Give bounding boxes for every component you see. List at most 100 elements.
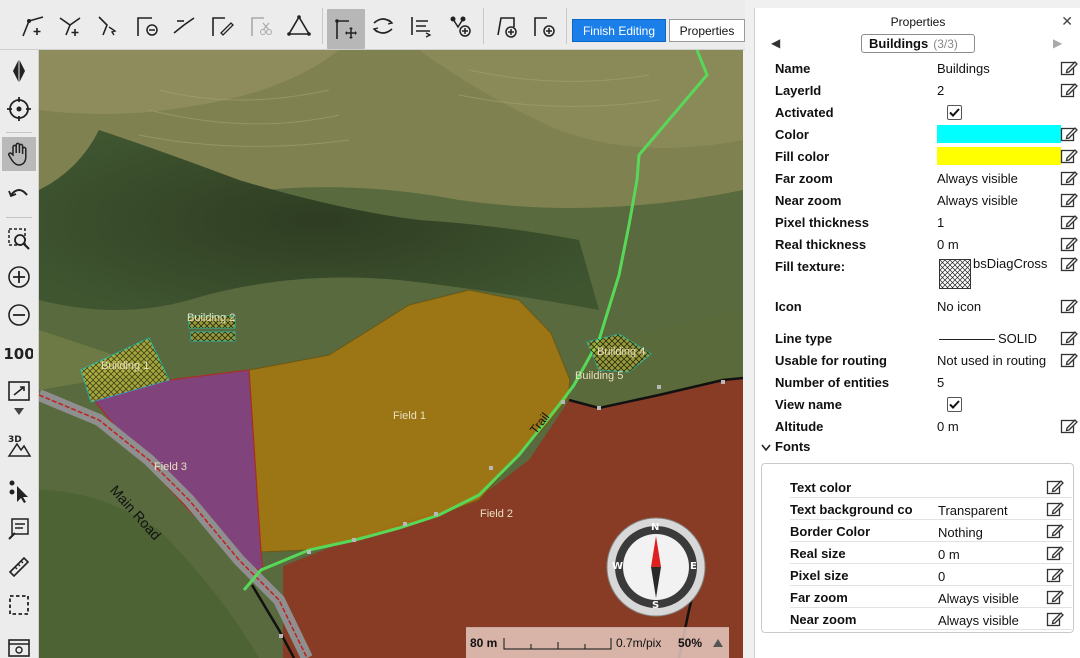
edit-icon[interactable] bbox=[1046, 478, 1064, 496]
edit-icon[interactable] bbox=[1060, 213, 1078, 231]
property-row-icon: Icon No icon bbox=[775, 296, 1078, 318]
add-vertex-icon[interactable] bbox=[17, 10, 49, 42]
property-row-far-zoom: Far zoom Always visible bbox=[775, 168, 1078, 190]
font-row-far-zoom: Far zoom Always visible bbox=[790, 586, 1072, 608]
move-vertex-icon[interactable] bbox=[91, 10, 123, 42]
insert-vertex-icon[interactable] bbox=[54, 10, 86, 42]
map-canvas[interactable]: Building 2 Building 1 Building 4 Buildin… bbox=[39, 50, 743, 658]
properties-button[interactable]: Properties bbox=[669, 19, 745, 42]
add-line-icon[interactable] bbox=[528, 10, 560, 42]
north-arrow-icon[interactable] bbox=[2, 54, 36, 88]
property-label: Activated bbox=[775, 105, 834, 120]
edit-icon[interactable] bbox=[1060, 191, 1078, 209]
layer-count: (3/3) bbox=[933, 36, 958, 51]
edit-icon[interactable] bbox=[1060, 329, 1078, 347]
edit-icon[interactable] bbox=[1060, 297, 1078, 315]
font-property-label: Near zoom bbox=[790, 612, 857, 627]
3d-view-icon[interactable]: 3D bbox=[2, 428, 36, 462]
layer-selector[interactable]: Buildings (3/3) bbox=[861, 34, 975, 53]
align-lines-icon[interactable] bbox=[405, 10, 437, 42]
edit-icon[interactable] bbox=[1060, 235, 1078, 253]
panel-title: Properties bbox=[890, 15, 946, 29]
merge-nodes-icon[interactable] bbox=[444, 10, 476, 42]
edit-icon[interactable] bbox=[1060, 169, 1078, 187]
svg-text:100: 100 bbox=[5, 345, 33, 363]
zoom-level[interactable]: 50% bbox=[678, 636, 702, 650]
fonts-section-header[interactable]: Fonts bbox=[759, 438, 859, 458]
edit-icon[interactable] bbox=[1046, 610, 1064, 628]
zoom-selection-icon[interactable] bbox=[2, 222, 36, 256]
zoom-in-icon[interactable] bbox=[2, 260, 36, 294]
edit-icon[interactable] bbox=[1060, 147, 1078, 165]
pan-hand-icon[interactable] bbox=[2, 137, 36, 171]
next-layer-icon[interactable]: ▶ bbox=[1053, 36, 1062, 50]
ruler-icon[interactable] bbox=[2, 550, 36, 584]
swap-direction-icon[interactable] bbox=[367, 10, 399, 42]
fill-color-swatch[interactable] bbox=[937, 147, 1061, 165]
property-row-fill-color: Fill color bbox=[775, 146, 1078, 168]
edit-icon[interactable] bbox=[1046, 566, 1064, 584]
zoom-up-arrow-icon[interactable] bbox=[713, 639, 723, 647]
checkmark-icon bbox=[949, 108, 960, 117]
checkbox-checked[interactable] bbox=[947, 105, 962, 120]
property-value: 1 bbox=[937, 215, 945, 230]
edit-icon[interactable] bbox=[1060, 351, 1078, 369]
font-property-value: Always visible bbox=[938, 591, 1019, 606]
target-icon[interactable] bbox=[2, 92, 36, 126]
screen-capture-icon[interactable] bbox=[2, 630, 36, 658]
zoom-100-icon[interactable]: 100 bbox=[2, 336, 36, 370]
close-icon[interactable]: ✕ bbox=[1061, 13, 1073, 30]
edit-icon[interactable] bbox=[1046, 588, 1064, 606]
edit-icon[interactable] bbox=[1060, 255, 1078, 273]
color-swatch[interactable] bbox=[937, 125, 1061, 143]
property-value: SOLID bbox=[998, 331, 1038, 346]
property-label: Near zoom bbox=[775, 193, 842, 208]
building-5-label: Building 5 bbox=[575, 370, 624, 382]
draw-line-icon[interactable] bbox=[206, 10, 238, 42]
property-label: Color bbox=[775, 127, 809, 142]
expand-arrow-icon[interactable] bbox=[2, 404, 36, 420]
triangle-icon[interactable] bbox=[283, 10, 315, 42]
edit-icon[interactable] bbox=[1060, 59, 1078, 77]
property-row-fill-texture: Fill texture: bsDiagCross bbox=[775, 255, 1078, 289]
edit-icon[interactable] bbox=[1060, 81, 1078, 99]
undo-icon[interactable] bbox=[2, 176, 36, 210]
edit-icon[interactable] bbox=[1060, 417, 1078, 435]
edit-icon[interactable] bbox=[1046, 522, 1064, 540]
edit-icon[interactable] bbox=[1060, 125, 1078, 143]
cut-line-icon[interactable] bbox=[245, 10, 277, 42]
edit-icon[interactable] bbox=[1046, 544, 1064, 562]
edit-icon[interactable] bbox=[1046, 500, 1064, 518]
building-2-label: Building 2 bbox=[187, 312, 236, 324]
finish-editing-button[interactable]: Finish Editing bbox=[572, 19, 666, 42]
delete-vertex-icon[interactable] bbox=[131, 10, 163, 42]
line-type-preview bbox=[939, 339, 995, 340]
font-property-value: 0 bbox=[938, 569, 946, 584]
annotation-icon[interactable] bbox=[2, 512, 36, 546]
select-tool-icon[interactable] bbox=[2, 474, 36, 508]
font-property-label: Pixel size bbox=[790, 568, 849, 583]
app-window: Finish Editing Properties 100 3D Buildin… bbox=[0, 0, 1080, 658]
zoom-out-icon[interactable] bbox=[2, 298, 36, 332]
chevron-down-icon bbox=[761, 444, 771, 452]
property-label: Icon bbox=[775, 299, 802, 314]
property-row-name: Name Buildings bbox=[775, 58, 1078, 80]
zoom-extent-icon[interactable] bbox=[2, 374, 36, 408]
font-row-text-background-co: Text background co Transparent bbox=[790, 498, 1072, 520]
font-property-value: Nothing bbox=[938, 525, 983, 540]
property-label: LayerId bbox=[775, 83, 822, 98]
compass[interactable]: N S E W bbox=[605, 516, 707, 618]
property-row-line-type: Line type SOLID bbox=[775, 328, 1078, 350]
compass-east-label: E bbox=[690, 561, 697, 572]
add-polygon-icon[interactable] bbox=[490, 10, 522, 42]
edit-polygon-icon[interactable] bbox=[327, 9, 365, 49]
selection-rect-icon[interactable] bbox=[2, 588, 36, 622]
previous-layer-icon[interactable]: ◀ bbox=[771, 36, 780, 50]
remove-segment-icon[interactable] bbox=[168, 10, 200, 42]
property-value: Buildings bbox=[937, 61, 990, 76]
property-row-real-thickness: Real thickness 0 m bbox=[775, 234, 1078, 256]
property-value: 5 bbox=[937, 375, 945, 390]
property-row-activated: Activated bbox=[775, 102, 1075, 124]
checkbox-checked[interactable] bbox=[947, 397, 962, 412]
property-label: Name bbox=[775, 61, 811, 76]
